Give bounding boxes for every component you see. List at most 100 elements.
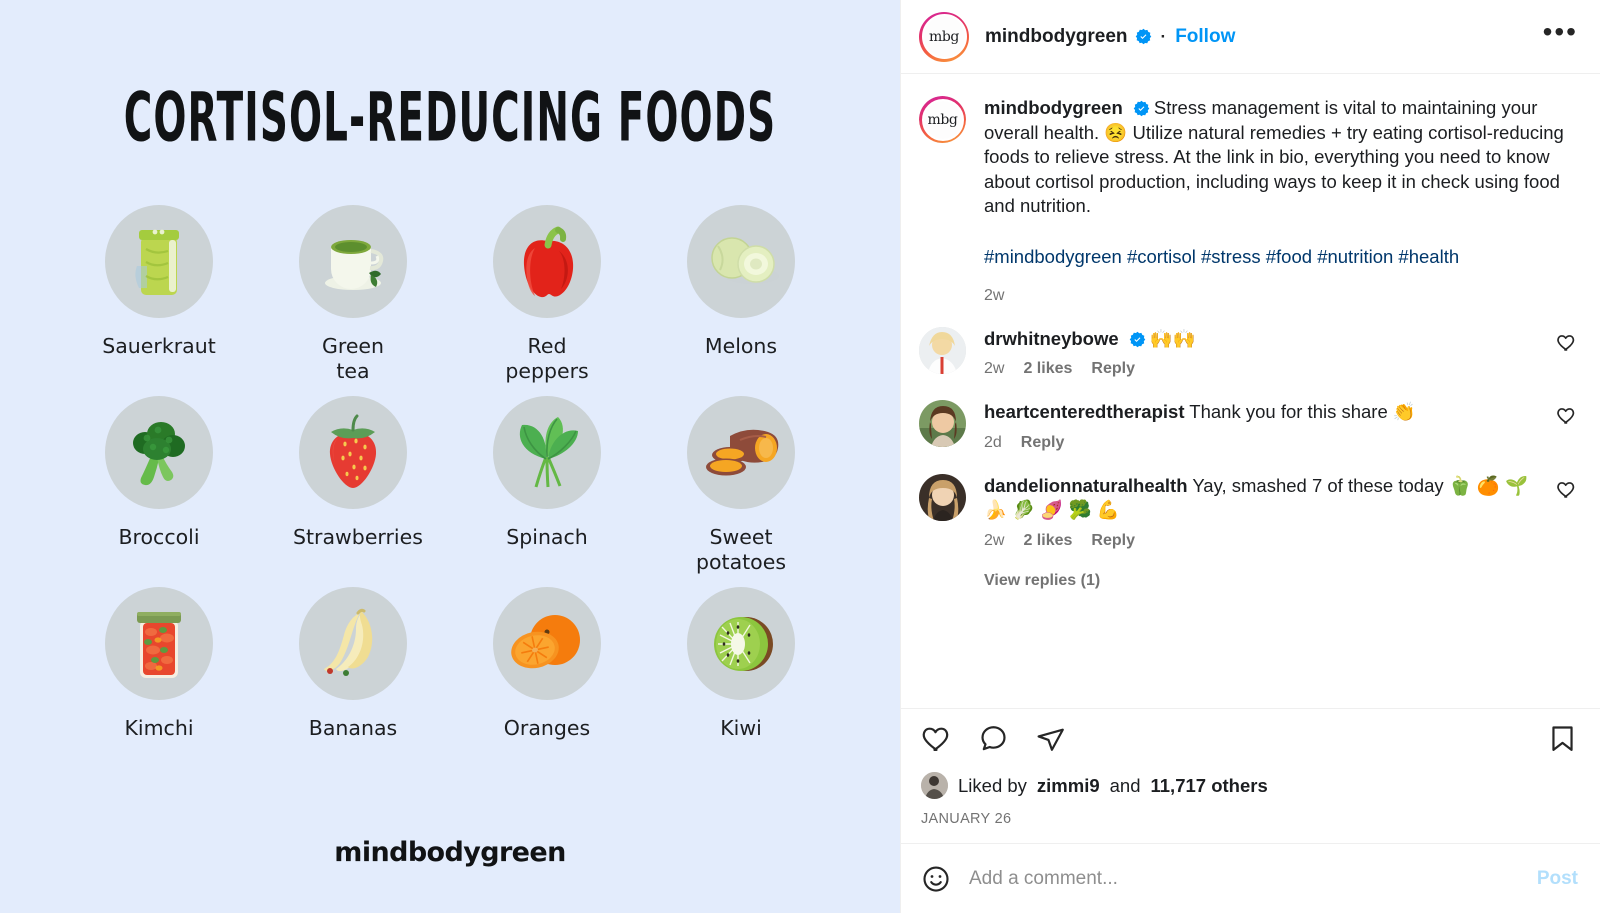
likes-count[interactable]: 11,717 others	[1151, 775, 1268, 797]
comment-likes[interactable]: 2 likes	[1023, 360, 1072, 378]
food-item-bananas: Bananas	[256, 587, 450, 741]
comment-meta: 2w 2 likes Reply	[984, 532, 1544, 550]
food-label: Bananas	[308, 716, 398, 740]
food-item-spinach: Spinach	[450, 396, 644, 575]
comments-scroll-area[interactable]: mbg mindbodygreen Stress management is v…	[901, 74, 1600, 708]
caption-hashtags[interactable]: #mindbodygreen #cortisol #stress #food #…	[984, 245, 1578, 270]
sauerkraut-jar-icon	[135, 229, 179, 295]
profile-avatar[interactable]: mbg	[919, 11, 969, 62]
comment-like-button[interactable]	[1556, 327, 1578, 379]
food-label: Melons	[704, 334, 778, 358]
comment-item: dandelionnaturalhealth Yay, smashed 7 of…	[901, 452, 1600, 550]
food-grid: Sauerkraut Green tea Red peppers Melons …	[0, 205, 900, 741]
post-date: JANUARY 26	[921, 811, 1012, 827]
food-label: Spinach	[506, 525, 588, 549]
heart-icon	[1557, 481, 1575, 498]
food-label: Sauerkraut	[102, 334, 216, 358]
commenter-avatar[interactable]	[919, 400, 966, 448]
comment-likes[interactable]: 2 likes	[1023, 532, 1072, 550]
share-button[interactable]	[1035, 723, 1066, 754]
food-bubble	[687, 205, 795, 318]
commenter-username[interactable]: heartcenteredtherapist	[984, 401, 1184, 422]
verified-badge-icon	[1135, 28, 1151, 45]
caption-block: mbg mindbodygreen Stress management is v…	[901, 74, 1600, 305]
food-item-broccoli: Broccoli	[62, 396, 256, 575]
poster-title: CORTISOL-REDUCING FOODS	[123, 78, 777, 158]
view-replies-button[interactable]: View replies (1)	[984, 572, 1600, 590]
food-item-sauerkraut: Sauerkraut	[62, 205, 256, 384]
post-action-bar: Liked by zimmi9 and 11,717 others JANUAR…	[901, 708, 1600, 843]
more-options-button[interactable]: •••	[1543, 17, 1578, 47]
comment-input[interactable]	[969, 867, 1519, 890]
broccoli-icon	[133, 421, 185, 485]
food-bubble	[105, 587, 213, 700]
like-button[interactable]	[921, 723, 952, 754]
comment-item: drwhitneybowe 🙌🙌 2w 2 likes Reply	[901, 305, 1600, 379]
food-label: Green tea	[321, 334, 385, 383]
share-icon	[1037, 728, 1064, 751]
comment-body: dandelionnaturalhealth Yay, smashed 7 of…	[984, 474, 1544, 550]
food-label: Strawberries	[293, 525, 423, 549]
avatar-inner: mbg	[921, 14, 967, 59]
avatar-image	[919, 400, 966, 448]
commenter-username[interactable]: dandelionnaturalhealth	[984, 475, 1188, 496]
caption-username[interactable]: mindbodygreen	[984, 97, 1123, 118]
emoji-picker-button[interactable]	[921, 864, 951, 894]
food-bubble	[687, 587, 795, 700]
comment-text-row: heartcenteredtherapist Thank you for thi…	[984, 400, 1544, 425]
comment-meta: 2d Reply	[984, 434, 1544, 452]
kiwi-icon	[714, 616, 773, 671]
comment-timestamp: 2w	[984, 531, 1005, 549]
comment-reply-button[interactable]: Reply	[1091, 360, 1135, 378]
comment-like-button[interactable]	[1556, 474, 1578, 550]
heart-icon	[922, 727, 949, 751]
comment-text: Thank you for this share 👏	[1189, 401, 1416, 423]
commenter-username[interactable]: drwhitneybowe	[984, 328, 1119, 349]
header-username-group: mindbodygreen · Follow	[985, 26, 1235, 48]
emoji-smiley-icon	[923, 865, 949, 892]
post-header: mbg mindbodygreen · Follow •••	[901, 0, 1600, 74]
banana-icon	[324, 608, 373, 676]
food-label: Broccoli	[118, 525, 200, 549]
heart-icon	[1557, 408, 1575, 424]
comment-timestamp: 2d	[984, 433, 1002, 451]
caption-text-row: mindbodygreen Stress management is vital…	[984, 96, 1578, 219]
sweet-potato-icon	[706, 429, 779, 475]
bookmark-icon	[1552, 726, 1573, 751]
comment-button[interactable]	[978, 723, 1009, 754]
food-label: Sweet potatoes	[695, 525, 787, 574]
instagram-sidebar: mbg mindbodygreen · Follow ••• mbg mindb…	[900, 0, 1600, 913]
verified-badge-icon	[1129, 331, 1146, 347]
commenter-avatar[interactable]	[919, 326, 966, 374]
food-item-melons: Melons	[644, 205, 838, 384]
add-comment-bar: Post	[901, 843, 1600, 913]
post-comment-button[interactable]: Post	[1537, 868, 1578, 890]
food-item-kimchi: Kimchi	[62, 587, 256, 741]
comment-meta: 2w 2 likes Reply	[984, 360, 1544, 378]
melon-icon	[711, 236, 779, 284]
comment-item: heartcenteredtherapist Thank you for thi…	[901, 378, 1600, 452]
food-label: Kiwi	[720, 716, 762, 740]
verified-badge-icon	[1133, 100, 1150, 117]
comment-reply-button[interactable]: Reply	[1091, 532, 1135, 550]
avatar-image	[921, 772, 948, 799]
caption-avatar[interactable]: mbg	[919, 96, 966, 143]
food-bubble	[299, 587, 407, 700]
post-image[interactable]: CORTISOL-REDUCING FOODS Sauerkraut Green…	[0, 0, 900, 913]
caption-avatar-label: mbg	[923, 100, 962, 139]
comment-icon	[981, 726, 1006, 751]
mindbodygreen-logo: mindbodygreen	[334, 837, 566, 868]
liked-by-prefix: Liked by	[958, 774, 1027, 796]
food-item-green-tea: Green tea	[256, 205, 450, 384]
action-icons-row	[921, 723, 1578, 754]
save-button[interactable]	[1547, 723, 1578, 754]
comment-like-button[interactable]	[1556, 400, 1578, 452]
food-item-oranges: Oranges	[450, 587, 644, 741]
food-item-red-peppers: Red peppers	[450, 205, 644, 384]
follow-button[interactable]: Follow	[1175, 26, 1235, 48]
header-username[interactable]: mindbodygreen	[985, 26, 1128, 48]
liker-username[interactable]: zimmi9	[1037, 775, 1100, 797]
comment-reply-button[interactable]: Reply	[1021, 434, 1065, 452]
food-label: Kimchi	[124, 716, 194, 740]
commenter-avatar[interactable]	[919, 473, 966, 521]
